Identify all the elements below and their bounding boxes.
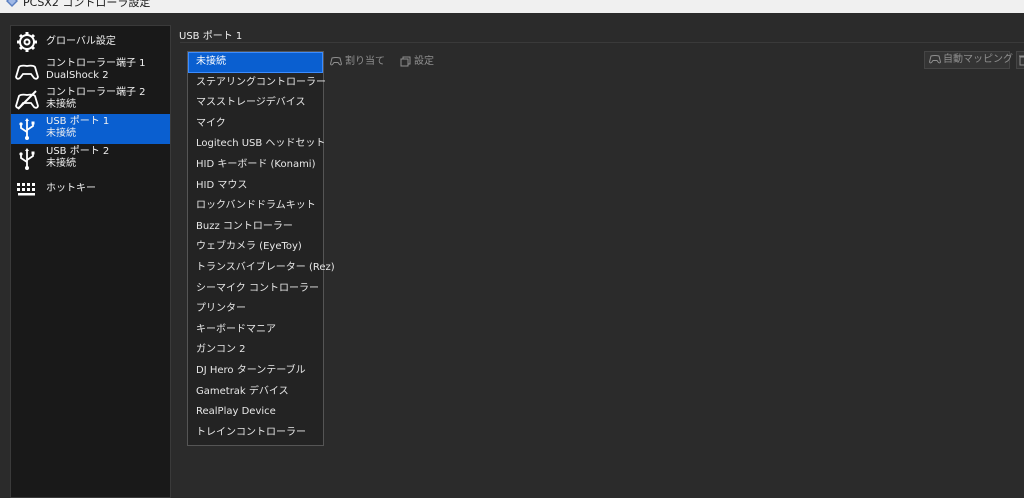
settings-button[interactable]: 設定 [400, 52, 434, 70]
bind-label: 割り当て [345, 56, 385, 67]
sidebar-item-controller-port-1[interactable]: コントローラー端子 1 DualShock 2 [11, 56, 170, 86]
dropdown-option[interactable]: シーマイク コントローラー [188, 279, 323, 300]
dropdown-option[interactable]: ガンコン 2 [188, 340, 323, 361]
sidebar-item-label: コントローラー端子 2 [46, 87, 146, 98]
usb-icon [15, 117, 39, 141]
dropdown-option[interactable]: DJ Hero ターンテーブル [188, 361, 323, 382]
sidebar-item-label: USB ポート 1 [46, 116, 110, 127]
keyboard-icon [15, 177, 39, 201]
device-type-dropdown-list[interactable]: 未接続 ステアリングコントローラー マスストレージデバイス マイク Logite… [187, 51, 335, 446]
auto-mapping-label: 自動マッピング [943, 54, 1013, 65]
dropdown-option[interactable]: ウェブカメラ (EyeToy) [188, 237, 323, 258]
window-left-edge [0, 13, 10, 498]
dropdown-option[interactable]: トランスバイブレーター (Rez) [188, 258, 335, 279]
sidebar-item-sublabel: DualShock 2 [46, 70, 109, 81]
sidebar-item-sublabel: 未接続 [46, 158, 76, 169]
sidebar-item-hotkeys[interactable]: ホットキー [11, 174, 170, 204]
dropdown-option[interactable]: プリンター [188, 299, 323, 320]
bind-button[interactable]: 割り当て [329, 52, 385, 70]
dropdown-option[interactable]: ステアリングコントローラー [188, 73, 326, 94]
sidebar-item-sublabel: 未接続 [46, 128, 76, 139]
auto-mapping-button[interactable]: 自動マッピング [924, 51, 1013, 69]
dropdown-option[interactable]: RealPlay Device [188, 402, 323, 423]
sidebar-item-label: コントローラー端子 1 [46, 58, 146, 69]
title-bar: PCSX2 コントローラ設定 [0, 0, 1024, 13]
dropdown-option[interactable]: キーボードマニア [188, 320, 323, 341]
gamepad-icon [15, 59, 39, 83]
gamepad-disconnected-icon [15, 88, 39, 112]
dropdown-option[interactable]: HID キーボード (Konami) [188, 155, 323, 176]
sidebar-item-global-settings[interactable]: グローバル設定 [11, 27, 170, 57]
window-title: PCSX2 コントローラ設定 [23, 0, 151, 9]
page-title: USB ポート 1 [179, 31, 243, 42]
pcsx2-logo-icon [6, 0, 18, 7]
gamepad-icon [329, 57, 343, 66]
sidebar-item-usb-port-1[interactable]: USB ポート 1 未接続 [11, 114, 170, 144]
clear-button[interactable] [1016, 51, 1024, 69]
sidebar-item-controller-port-2[interactable]: コントローラー端子 2 未接続 [11, 85, 170, 115]
dropdown-option[interactable]: ロックバンドドラムキット [188, 196, 323, 217]
sidebar-item-sublabel: 未接続 [46, 99, 76, 110]
sidebar-item-label: グローバル設定 [46, 36, 116, 47]
dropdown-option[interactable]: トレインコントローラー [188, 423, 323, 444]
gamepad-icon [928, 55, 942, 64]
dropdown-option[interactable]: マスストレージデバイス [188, 93, 323, 114]
usb-icon [15, 147, 39, 171]
dropdown-option[interactable]: HID マウス [188, 176, 323, 197]
dropdown-option[interactable]: 未接続 [188, 52, 323, 73]
window-settings-icon [400, 56, 411, 66]
gear-icon [15, 30, 39, 54]
dropdown-option[interactable]: マイク [188, 114, 323, 135]
dropdown-option[interactable]: Gametrak デバイス [188, 382, 323, 403]
divider [180, 42, 1024, 43]
sidebar-item-label: ホットキー [46, 183, 96, 194]
sidebar-item-label: USB ポート 2 [46, 146, 110, 157]
dropdown-option[interactable]: Buzz コントローラー [188, 217, 323, 238]
settings-label: 設定 [414, 56, 434, 67]
trash-icon [1019, 55, 1024, 66]
dropdown-option[interactable]: Logitech USB ヘッドセット [188, 134, 325, 155]
sidebar: グローバル設定 コントローラー端子 1 DualShock 2 コントローラー端… [10, 25, 171, 498]
sidebar-item-usb-port-2[interactable]: USB ポート 2 未接続 [11, 144, 170, 174]
